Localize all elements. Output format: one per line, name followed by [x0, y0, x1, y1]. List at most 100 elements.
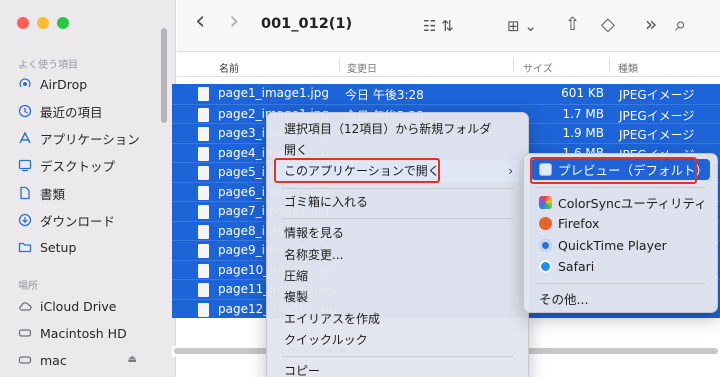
- menu-item-colorsync[interactable]: ColorSyncユーティリティ: [531, 192, 710, 213]
- sidebar-item-documents[interactable]: 書類: [18, 182, 65, 204]
- desktop-icon: [18, 158, 32, 172]
- sidebar-item-label: デスクトップ: [40, 158, 116, 174]
- menu-item-label: Safari: [558, 259, 595, 274]
- column-divider: [339, 58, 340, 72]
- firefox-app-icon: [539, 217, 552, 230]
- sidebar-item-icloud[interactable]: iCloud Drive: [18, 295, 116, 317]
- sidebar-item-downloads[interactable]: ダウンロード: [18, 209, 115, 231]
- cloud-icon: [18, 299, 32, 313]
- menu-item-duplicate[interactable]: 複製: [276, 287, 519, 308]
- search-button[interactable]: ⌕: [675, 12, 686, 36]
- favorites-header: よく使う項目: [18, 60, 78, 71]
- safari-app-icon: [539, 260, 552, 273]
- zoom-button[interactable]: [57, 17, 69, 29]
- minimize-button[interactable]: [37, 17, 49, 29]
- column-kind[interactable]: 種類: [618, 60, 638, 75]
- menu-item-firefox[interactable]: Firefox: [531, 213, 710, 234]
- sidebar-item-label: iCloud Drive: [40, 298, 117, 314]
- menu-divider: [282, 218, 513, 219]
- file-kind: JPEGイメージ: [619, 88, 695, 102]
- menu-item-preview[interactable]: プレビュー（デフォルト）: [531, 159, 710, 180]
- image-file-icon: [198, 166, 209, 180]
- image-file-icon: [198, 107, 209, 122]
- image-file-icon: [198, 146, 209, 161]
- table-row[interactable]: page1_image1.jpg 今日 午後3:28 601 KB JPEGイメージ: [172, 84, 720, 104]
- page-title: 001_012(1): [261, 16, 353, 32]
- eject-icon[interactable]: ⏏: [128, 354, 137, 365]
- sidebar-item-label: Setup: [40, 239, 77, 255]
- image-file-icon: [198, 87, 209, 101]
- menu-item-quicktime[interactable]: QuickTime Player: [531, 235, 710, 256]
- sidebar-item-label: Macintosh HD: [40, 325, 127, 341]
- tag-button[interactable]: ◇: [601, 14, 615, 35]
- menu-item-quick-look[interactable]: クイックルック: [276, 330, 519, 351]
- file-kind: JPEGイメージ: [619, 128, 695, 142]
- file-date: 今日 午後3:28: [345, 88, 424, 102]
- sidebar-item-macintosh-hd[interactable]: Macintosh HD: [18, 322, 127, 344]
- finder-window: よく使う項目 AirDrop 最近の項目 アプリケーション デスクトップ 書類 …: [0, 0, 720, 377]
- image-file-icon: [198, 263, 209, 278]
- window-controls: [17, 17, 69, 29]
- menu-item-rename[interactable]: 名称変更...: [276, 245, 519, 266]
- sidebar-item-mac[interactable]: mac: [18, 349, 158, 371]
- image-file-icon: [198, 205, 209, 219]
- download-icon: [18, 213, 32, 227]
- menu-item-move-to-trash[interactable]: ゴミ箱に入れる: [276, 192, 519, 213]
- menu-item-label: プレビュー（デフォルト）: [558, 163, 709, 178]
- menu-item-compress[interactable]: 圧縮: [276, 266, 519, 287]
- back-button[interactable]: ‹: [195, 6, 205, 36]
- image-file-icon: [198, 224, 209, 239]
- column-divider: [609, 58, 610, 72]
- sidebar-item-applications[interactable]: アプリケーション: [18, 127, 140, 149]
- more-button[interactable]: »: [645, 12, 657, 36]
- image-file-icon: [198, 302, 209, 317]
- close-button[interactable]: [17, 17, 29, 29]
- sidebar-item-recents[interactable]: 最近の項目: [18, 100, 103, 122]
- sidebar-item-label: 書類: [40, 186, 66, 202]
- sidebar-item-label: 最近の項目: [40, 104, 103, 120]
- quicktime-app-icon: [539, 239, 552, 252]
- sidebar-item-airdrop[interactable]: AirDrop: [18, 73, 87, 95]
- menu-item-label: ColorSyncユーティリティ: [558, 196, 707, 211]
- sidebar-item-label: mac: [40, 352, 67, 368]
- menu-item-copy[interactable]: コピー: [276, 361, 519, 377]
- chevron-right-icon: ›: [508, 164, 513, 178]
- sidebar-item-label: ダウンロード: [40, 213, 116, 229]
- file-kind: JPEGイメージ: [619, 108, 695, 123]
- menu-item-open-with[interactable]: このアプリケーションで開く ›: [276, 161, 519, 182]
- sidebar: よく使う項目 AirDrop 最近の項目 アプリケーション デスクトップ 書類 …: [0, 0, 176, 377]
- menu-item-new-folder-with-selection[interactable]: 選択項目（12項目）から新規フォルダ: [276, 119, 519, 140]
- context-menu: 選択項目（12項目）から新規フォルダ 開く このアプリケーションで開く › ゴミ…: [266, 112, 529, 377]
- menu-item-safari[interactable]: Safari: [531, 256, 710, 277]
- menu-item-get-info[interactable]: 情報を見る: [276, 223, 519, 244]
- menu-item-label: このアプリケーションで開く: [284, 164, 440, 178]
- menu-item-open[interactable]: 開く: [276, 140, 519, 161]
- column-size[interactable]: サイズ: [523, 60, 553, 75]
- menu-divider: [282, 188, 513, 189]
- menu-divider: [536, 283, 705, 284]
- sidebar-item-setup[interactable]: Setup: [18, 236, 76, 258]
- folder-icon: [18, 240, 32, 254]
- sidebar-scrollbar[interactable]: [161, 28, 167, 123]
- colorsync-app-icon: [539, 196, 552, 209]
- sidebar-item-desktop[interactable]: デスクトップ: [18, 154, 115, 176]
- menu-item-label: QuickTime Player: [558, 238, 667, 253]
- menu-item-make-alias[interactable]: エイリアスを作成: [276, 309, 519, 330]
- menu-item-label: その他...: [539, 292, 589, 307]
- file-size: 601 KB: [561, 86, 604, 100]
- file-size: 1.9 MB: [562, 126, 604, 140]
- menu-item-label: Firefox: [558, 216, 600, 231]
- apps-icon: [18, 131, 32, 145]
- share-button[interactable]: ⇧: [565, 14, 580, 35]
- airdrop-icon: [18, 77, 32, 91]
- image-file-icon: [198, 185, 209, 200]
- column-name[interactable]: 名前: [219, 60, 239, 75]
- menu-item-other[interactable]: その他...: [531, 288, 710, 309]
- view-options-button[interactable]: ☷ ⇅: [423, 17, 454, 35]
- forward-button[interactable]: ›: [229, 6, 239, 36]
- group-button[interactable]: ⊞ ⌄: [507, 17, 537, 35]
- file-size: 1.7 MB: [562, 106, 604, 121]
- image-file-icon: [198, 283, 209, 297]
- clock-icon: [18, 104, 32, 118]
- column-modified[interactable]: 変更日: [347, 60, 377, 75]
